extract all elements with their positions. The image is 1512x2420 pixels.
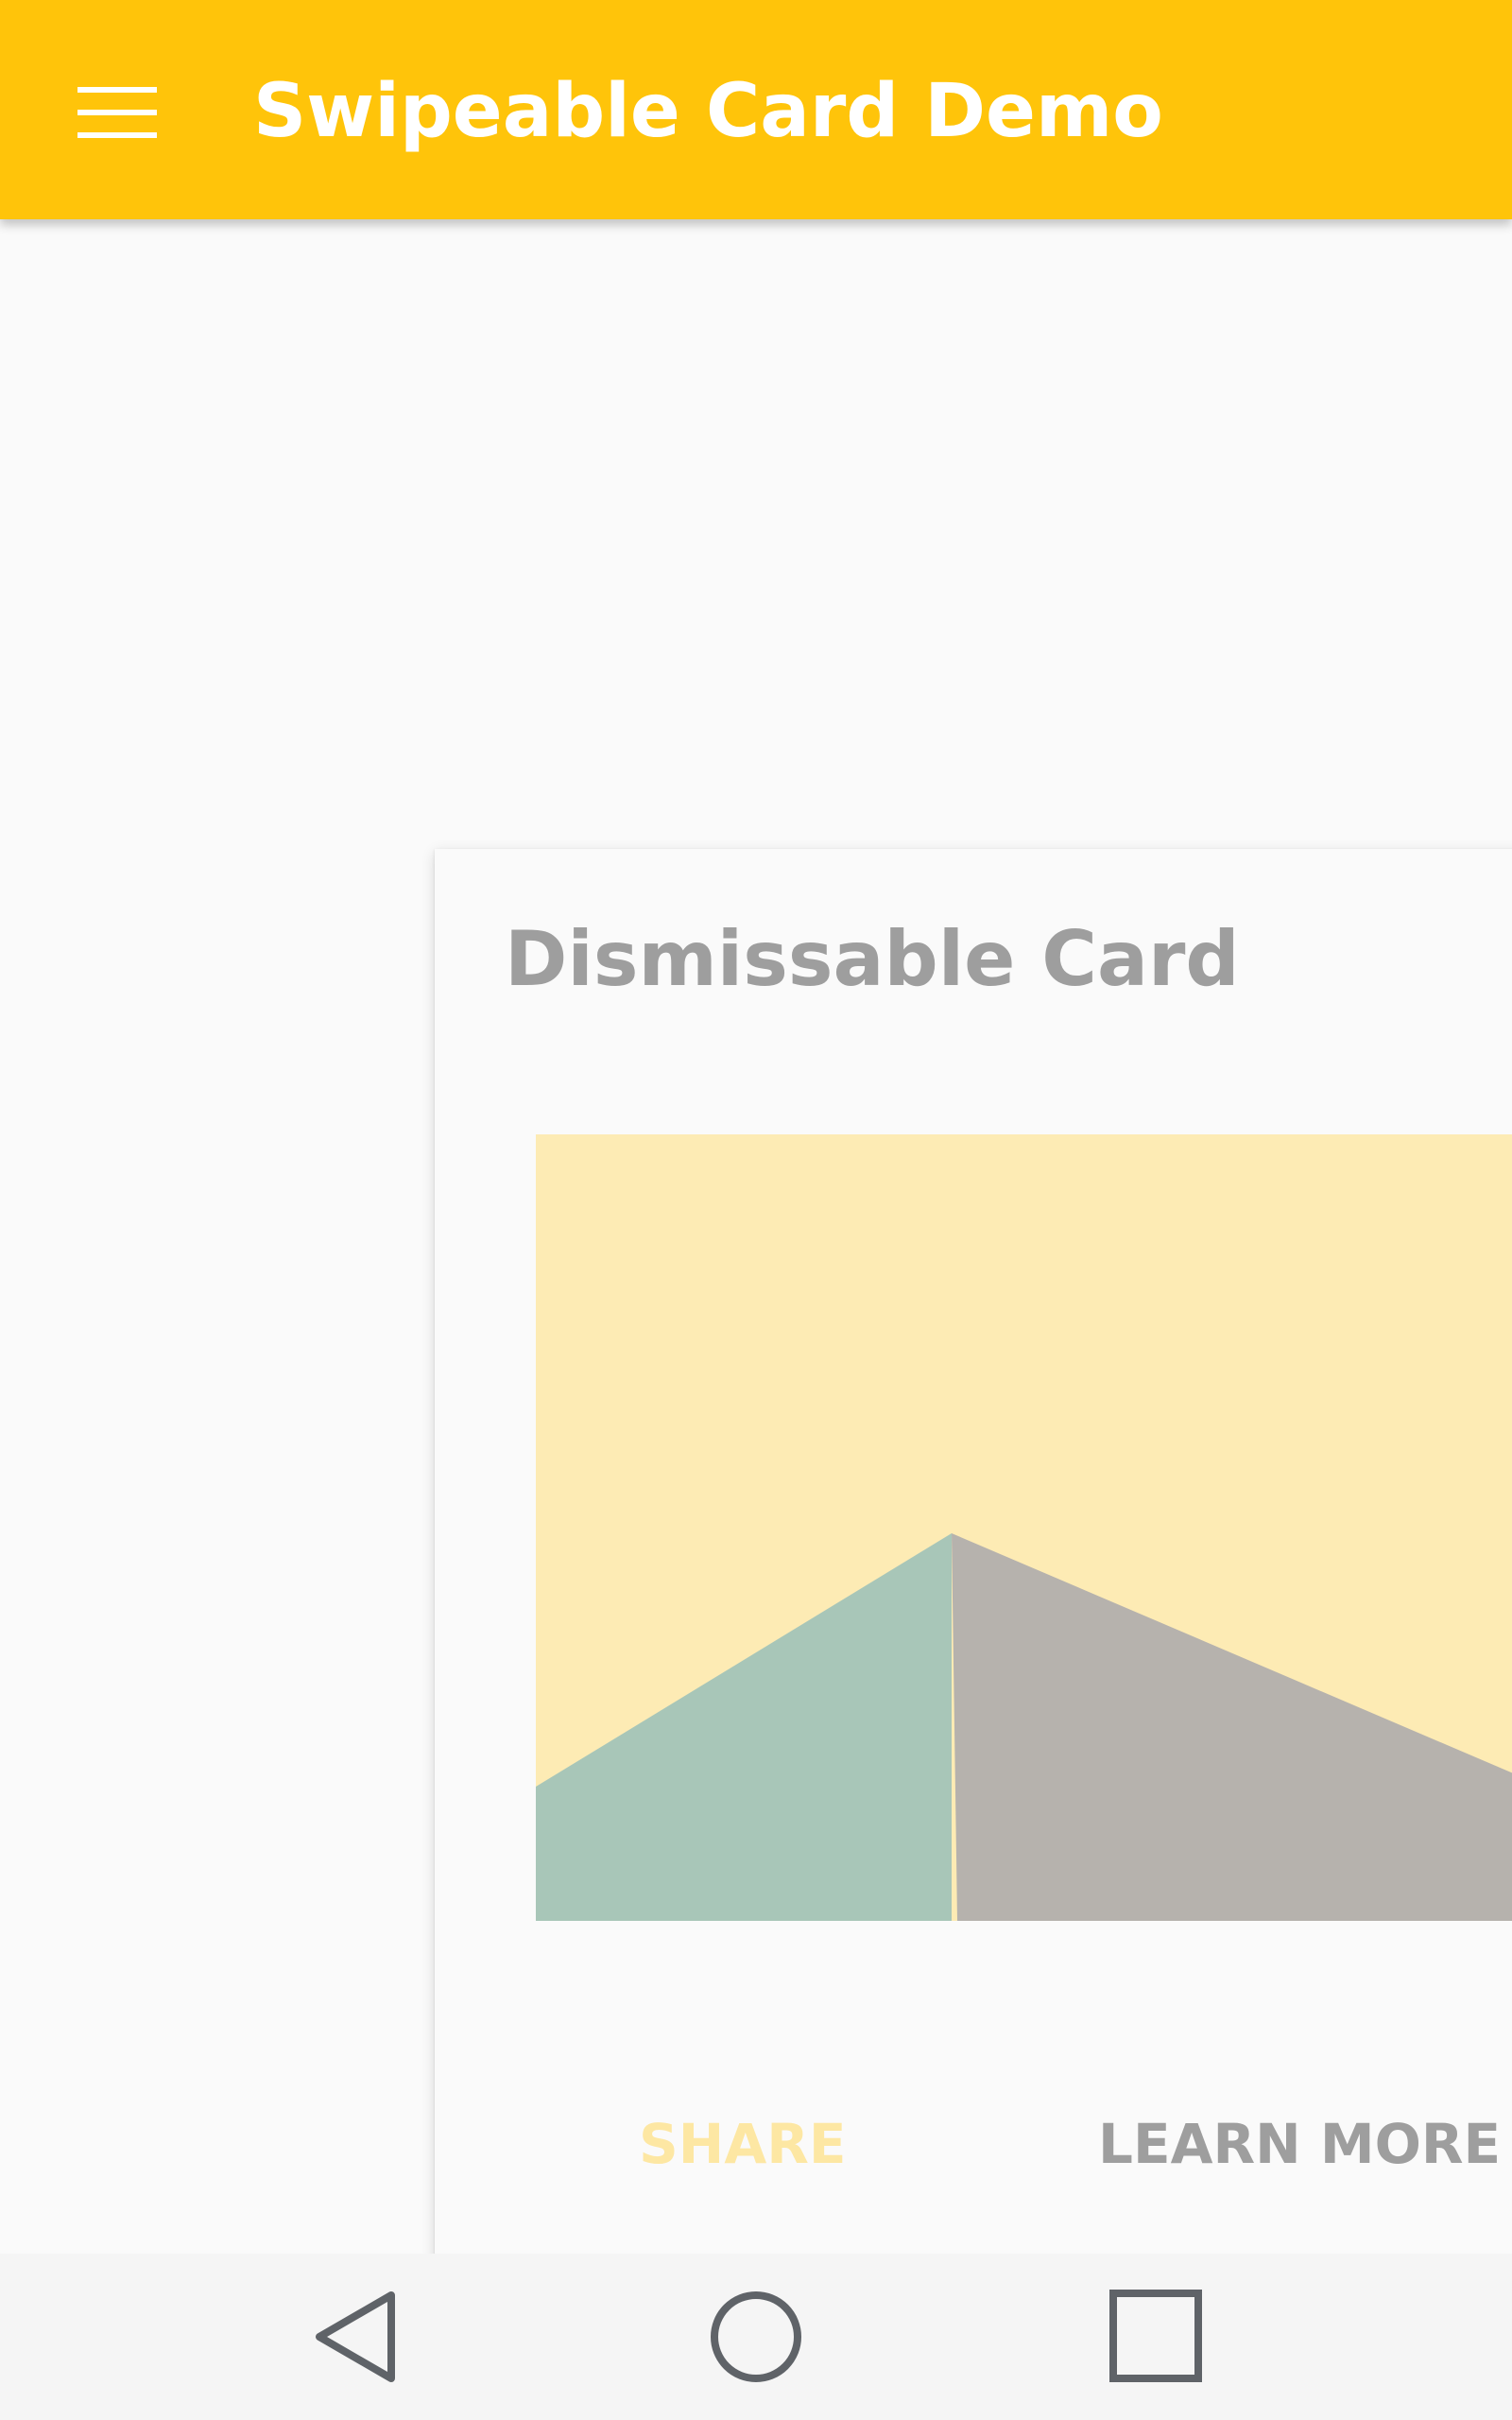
app-bar: Swipeable Card Demo (0, 0, 1512, 219)
hamburger-menu-icon (77, 87, 157, 138)
learn-more-button[interactable]: LEARN MORE (1070, 2087, 1512, 2201)
system-navigation-bar (0, 2254, 1512, 2420)
back-triangle-icon (316, 2291, 395, 2382)
recents-square-icon (1109, 2290, 1202, 2382)
app-screen: Swipeable Card Demo Dismissable Card SHA… (0, 0, 1512, 2420)
card-image (536, 1134, 1512, 1921)
share-button[interactable]: SHARE (610, 2087, 874, 2201)
dismissable-card[interactable]: Dismissable Card SHARE LEARN MORE (435, 849, 1512, 2316)
nav-home-button[interactable] (690, 2271, 822, 2403)
content-area: Dismissable Card SHARE LEARN MORE (0, 219, 1512, 2316)
app-title: Swipeable Card Demo (253, 69, 1163, 154)
nav-recents-button[interactable] (1091, 2271, 1223, 2403)
card-title: Dismissable Card (505, 915, 1240, 1003)
landscape-illustration (536, 1134, 1512, 1921)
card-actions: SHARE LEARN MORE (435, 2087, 1512, 2201)
nav-back-button[interactable] (291, 2271, 423, 2403)
menu-button[interactable] (53, 62, 181, 157)
home-circle-icon (711, 2291, 801, 2382)
